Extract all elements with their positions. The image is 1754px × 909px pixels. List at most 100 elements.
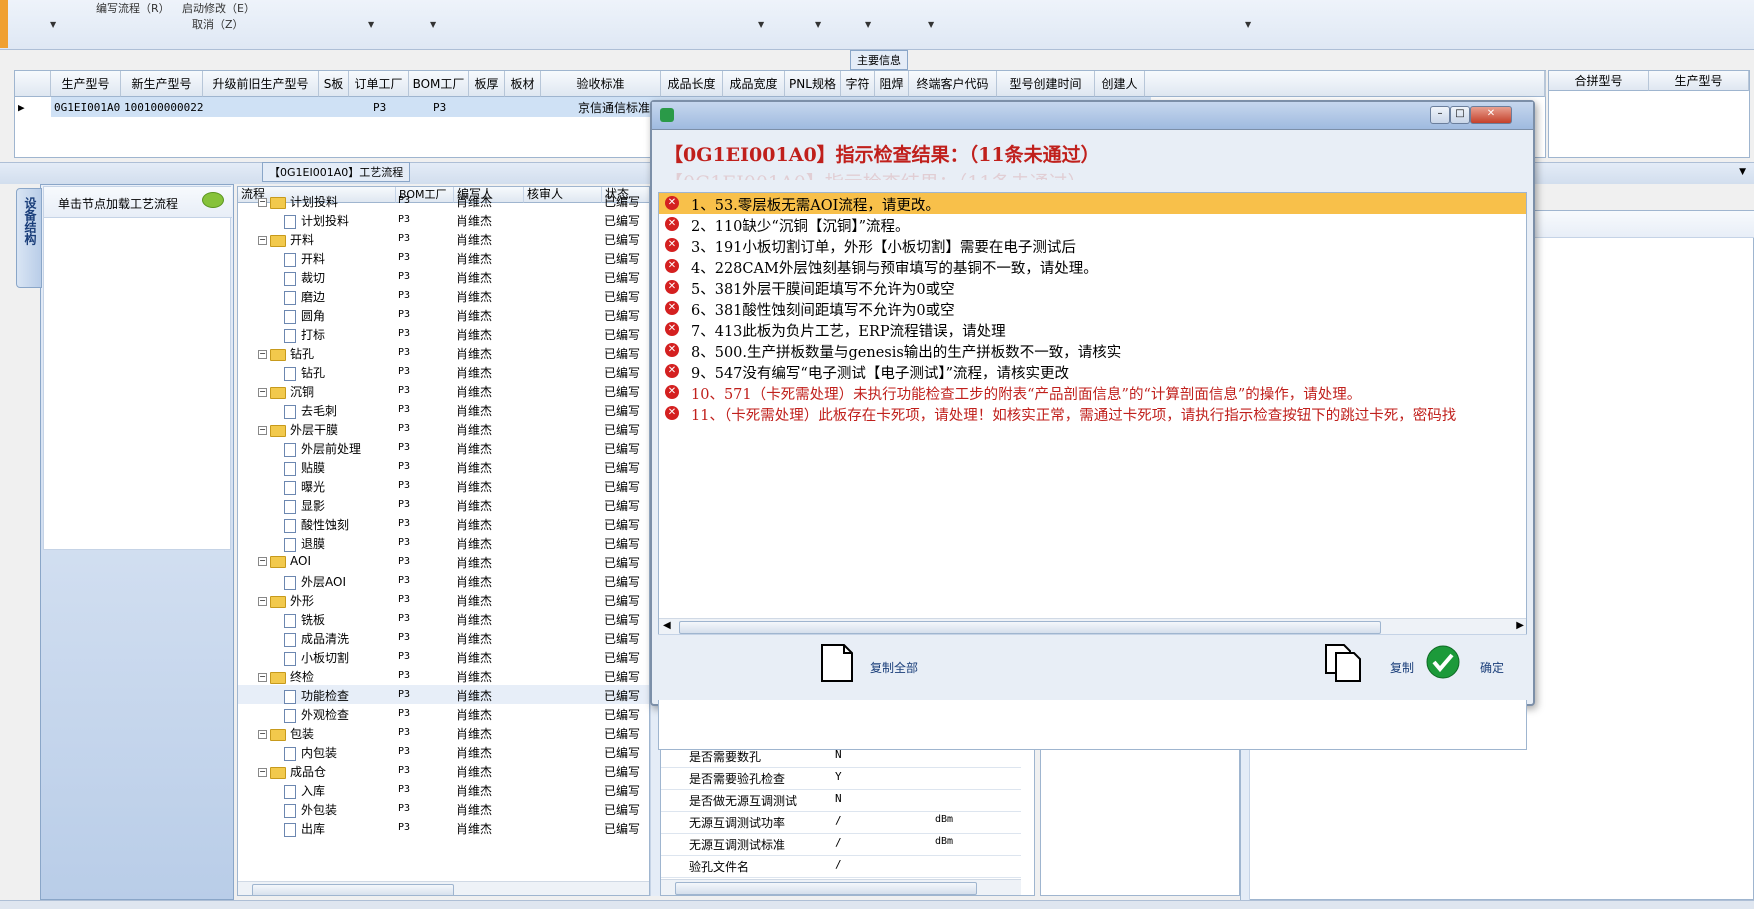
col-header[interactable]: 订单工厂 <box>349 71 409 97</box>
flow-row[interactable]: 外层AOI P3 肖维杰 已编写 <box>238 571 649 590</box>
collapse-icon[interactable]: − <box>258 236 267 245</box>
flow-node-name[interactable]: 显影 <box>284 497 325 514</box>
flow-row[interactable]: 打标 P3 肖维杰 已编写 <box>238 324 649 343</box>
flow-row[interactable]: 曝光 P3 肖维杰 已编写 <box>238 476 649 495</box>
flow-node-name[interactable]: − 外形 <box>258 592 314 609</box>
dialog-titlebar[interactable]: – □ ✕ <box>652 102 1533 130</box>
collapse-icon[interactable]: − <box>258 768 267 777</box>
chevron-down-icon[interactable]: ▼ <box>815 20 821 29</box>
flow-row[interactable]: 外观检查 P3 肖维杰 已编写 <box>238 704 649 723</box>
scroll-left-icon[interactable]: ◀ <box>663 620 671 631</box>
flow-node-name[interactable]: 开料 <box>284 250 325 267</box>
scrollbar-thumb[interactable] <box>252 884 454 895</box>
flow-node-name[interactable]: 出库 <box>284 820 325 837</box>
maximize-icon[interactable]: □ <box>1450 106 1470 124</box>
flow-row[interactable]: − 成品仓 P3 肖维杰 已编写 <box>238 761 649 780</box>
flow-node-name[interactable]: 外观检查 <box>284 706 349 723</box>
error-message-item[interactable]: ✕ 4、228CAM外层蚀刻基铜与预审填写的基铜不一致，请处理。 <box>659 256 1526 277</box>
flow-row[interactable]: − 外形 P3 肖维杰 已编写 <box>238 590 649 609</box>
scrollbar-thumb[interactable] <box>675 882 977 895</box>
error-message-item[interactable]: ✕ 10、571（卡死需处理）未执行功能检查工步的附表“产品剖面信息”的“计算剖面… <box>659 382 1526 403</box>
flow-row[interactable]: 入库 P3 肖维杰 已编写 <box>238 780 649 799</box>
chevron-down-icon[interactable]: ▼ <box>865 20 871 29</box>
copy-all-button[interactable]: 复制全部 <box>870 659 918 676</box>
flow-node-name[interactable]: − 钻孔 <box>258 345 314 362</box>
minimize-icon[interactable]: – <box>1430 106 1450 124</box>
flow-node-name[interactable]: − 计划投料 <box>258 193 338 210</box>
flow-row[interactable]: − 终检 P3 肖维杰 已编写 <box>238 666 649 685</box>
chevron-down-icon[interactable]: ▼ <box>50 20 56 29</box>
col-header[interactable]: PNL规格 <box>785 71 841 97</box>
flow-node-name[interactable]: 磨边 <box>284 288 325 305</box>
flow-row[interactable]: − 外层干膜 P3 肖维杰 已编写 <box>238 419 649 438</box>
collapse-icon[interactable]: − <box>258 198 267 207</box>
error-message-item[interactable]: ✕ 9、547没有编写“电子测试【电子测试】”流程，请核实更改 <box>659 361 1526 382</box>
horizontal-scrollbar[interactable] <box>661 879 1021 895</box>
flow-node-name[interactable]: − AOI <box>258 554 311 568</box>
collapse-icon[interactable]: − <box>258 557 267 566</box>
col-header[interactable]: 板材 <box>505 71 541 97</box>
flow-node-name[interactable]: 曝光 <box>284 478 325 495</box>
horizontal-scrollbar[interactable] <box>238 881 649 895</box>
flow-node-name[interactable]: − 开料 <box>258 231 314 248</box>
flow-row[interactable]: 圆角 P3 肖维杰 已编写 <box>238 305 649 324</box>
collapse-icon[interactable]: − <box>258 673 267 682</box>
col-header[interactable]: 新生产型号 <box>121 71 203 97</box>
col-header[interactable]: 板厚 <box>469 71 505 97</box>
error-message-item[interactable]: ✕ 7、413此板为负片工艺，ERP流程错误，请处理 <box>659 319 1526 340</box>
flow-node-name[interactable]: 钻孔 <box>284 364 325 381</box>
col-header[interactable]: 创建人 <box>1095 71 1145 97</box>
checkmark-icon[interactable] <box>1426 645 1460 679</box>
flow-row[interactable]: 成品清洗 P3 肖维杰 已编写 <box>238 628 649 647</box>
col-header[interactable]: 生产型号 <box>1649 71 1749 91</box>
flow-row[interactable]: − 开料 P3 肖维杰 已编写 <box>238 229 649 248</box>
col-header[interactable]: BOM工厂 <box>409 71 469 97</box>
tab-equipment-structure[interactable]: 设备结构 <box>16 188 42 288</box>
horizontal-scrollbar[interactable]: ◀ ▶ <box>659 618 1526 635</box>
error-message-item[interactable]: ✕ 6、381酸性蚀刻间距填写不允许为0或空 <box>659 298 1526 319</box>
flow-row[interactable]: 显影 P3 肖维杰 已编写 <box>238 495 649 514</box>
flow-node-name[interactable]: 铣板 <box>284 611 325 628</box>
chevron-down-icon[interactable]: ▼ <box>1245 20 1251 29</box>
flow-row[interactable]: 贴膜 P3 肖维杰 已编写 <box>238 457 649 476</box>
error-message-item[interactable]: ✕ 3、191小板切割订单，外形【小板切割】需要在电子测试后 <box>659 235 1526 256</box>
col-header[interactable]: 升级前旧生产型号 <box>203 71 319 97</box>
col-header[interactable]: 成品长度 <box>661 71 723 97</box>
property-row[interactable]: 是否需要验孔检查 Y <box>661 767 1021 790</box>
property-row[interactable]: 无源互调测试功率 / dBm <box>661 811 1021 834</box>
flow-node-name[interactable]: 外包装 <box>284 801 337 818</box>
error-message-item[interactable]: ✕ 8、500.生产拼板数量与genesis输出的生产拼板数不一致，请核实 <box>659 340 1526 361</box>
flow-row[interactable]: − 包装 P3 肖维杰 已编写 <box>238 723 649 742</box>
flow-row[interactable]: 酸性蚀刻 P3 肖维杰 已编写 <box>238 514 649 533</box>
copy-button[interactable]: 复制 <box>1390 659 1414 676</box>
flow-row[interactable]: 钻孔 P3 肖维杰 已编写 <box>238 362 649 381</box>
flow-row[interactable]: 出库 P3 肖维杰 已编写 <box>238 818 649 837</box>
flow-row[interactable]: 小板切割 P3 肖维杰 已编写 <box>238 647 649 666</box>
copy-icon[interactable] <box>1324 643 1364 683</box>
flow-node-name[interactable]: − 外层干膜 <box>258 421 338 438</box>
flow-node-name[interactable]: 功能检查 <box>284 687 349 704</box>
error-message-item[interactable]: ✕ 2、110缺少“沉铜【沉铜】”流程。 <box>659 214 1526 235</box>
flow-node-name[interactable]: 打标 <box>284 326 325 343</box>
col-header[interactable]: 生产型号 <box>51 71 121 97</box>
flow-row[interactable]: − 钻孔 P3 肖维杰 已编写 <box>238 343 649 362</box>
flow-node-name[interactable]: − 终检 <box>258 668 314 685</box>
flow-node-name[interactable]: 贴膜 <box>284 459 325 476</box>
menu-write-flow[interactable]: 编写流程（R） <box>96 0 170 16</box>
flow-node-name[interactable]: 退膜 <box>284 535 325 552</box>
collapse-icon[interactable]: − <box>258 350 267 359</box>
copy-all-icon[interactable] <box>820 643 854 683</box>
flow-row[interactable]: 外层前处理 P3 肖维杰 已编写 <box>238 438 649 457</box>
property-row[interactable]: 是否做无源互调测试 N <box>661 789 1021 812</box>
error-message-item[interactable]: ✕ 5、381外层干膜间距填写不允许为0或空 <box>659 277 1526 298</box>
col-header[interactable]: 阻焊 <box>875 71 909 97</box>
flow-row[interactable]: 内包装 P3 肖维杰 已编写 <box>238 742 649 761</box>
flow-node-name[interactable]: 小板切割 <box>284 649 349 666</box>
chevron-down-icon[interactable]: ▼ <box>758 20 764 29</box>
flow-row[interactable]: − 沉铜 P3 肖维杰 已编写 <box>238 381 649 400</box>
col-header[interactable]: S板 <box>319 71 349 97</box>
flow-node-name[interactable]: 内包装 <box>284 744 337 761</box>
flow-row[interactable]: 外包装 P3 肖维杰 已编写 <box>238 799 649 818</box>
flow-row[interactable]: 磨边 P3 肖维杰 已编写 <box>238 286 649 305</box>
speech-bubble-icon[interactable] <box>202 192 224 208</box>
